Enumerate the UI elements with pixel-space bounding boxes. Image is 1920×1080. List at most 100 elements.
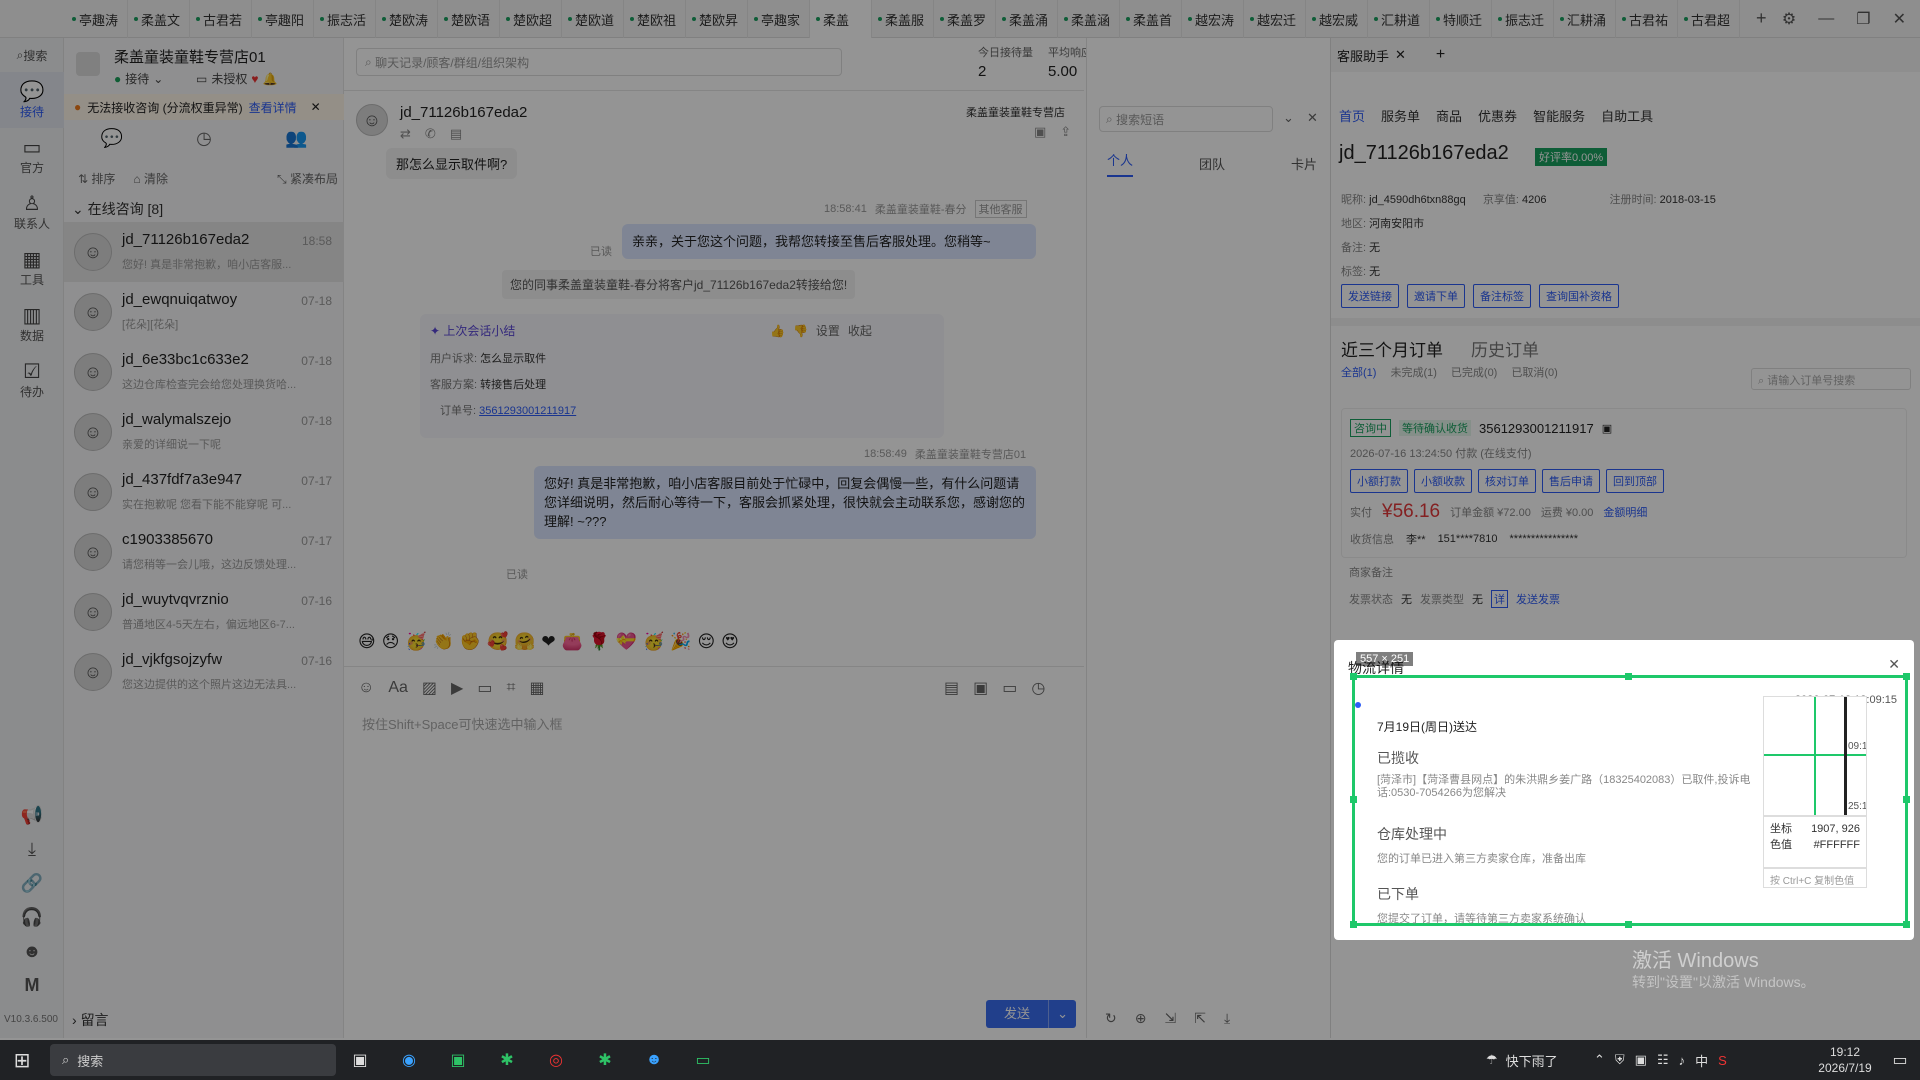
resize-handle[interactable] bbox=[1903, 796, 1910, 803]
download-icon[interactable]: ⤓ bbox=[1224, 1010, 1230, 1027]
recent-orders-tab[interactable]: 近三个月订单 bbox=[1341, 336, 1443, 361]
rail-todo-button[interactable]: ☑ 待办 bbox=[0, 352, 64, 408]
emoji-item[interactable]: 🥳 bbox=[643, 632, 664, 652]
online-consult-header[interactable]: ⌄ 在线咨询 [8] bbox=[72, 199, 163, 219]
tab-personal[interactable]: 个人 bbox=[1107, 150, 1134, 177]
session-item[interactable]: ☺ jd_ewqnuiqatwoy [花朵][花朵] 07-18 bbox=[64, 282, 344, 342]
reply-icon[interactable]: ▭ bbox=[1002, 678, 1017, 698]
emoji-item[interactable]: 👛 bbox=[562, 632, 583, 652]
settings-icon[interactable]: ⚙ bbox=[1782, 9, 1796, 29]
emoji-item[interactable]: 🤗 bbox=[514, 632, 535, 652]
close-icon[interactable]: ✕ bbox=[1395, 47, 1406, 63]
order-action-button[interactable]: 售后申请 bbox=[1542, 469, 1600, 493]
robot-icon[interactable]: ☻ bbox=[0, 934, 64, 968]
sort-button[interactable]: ⇅ 排序 bbox=[78, 170, 115, 187]
app-red-icon[interactable]: ◎ bbox=[536, 1040, 576, 1080]
price-detail-link[interactable]: 金额明细 bbox=[1603, 504, 1647, 520]
leave-message-header[interactable]: › 留言 bbox=[72, 1010, 109, 1030]
resize-handle[interactable] bbox=[1350, 796, 1357, 803]
share-icon[interactable]: ⇪ bbox=[1060, 124, 1071, 140]
maximize-icon[interactable]: ❐ bbox=[1856, 9, 1870, 29]
windows-start-icon[interactable]: ⊞ bbox=[2, 1040, 42, 1080]
send-button[interactable]: 发送 bbox=[986, 1000, 1049, 1028]
export-icon[interactable]: ⇱ bbox=[1194, 1010, 1206, 1027]
emoji-item[interactable]: 🌹 bbox=[589, 632, 610, 652]
emoji-item[interactable]: 👏 bbox=[433, 632, 454, 652]
weather[interactable]: ☂ 快下雨了 bbox=[1486, 1040, 1558, 1080]
search-input[interactable]: ⌕ 聊天记录/顾客/群组/组织架构 bbox=[356, 48, 842, 76]
emoji-item[interactable]: 💝 bbox=[616, 632, 637, 652]
clock-icon[interactable]: ◷ bbox=[196, 128, 212, 149]
rail-data-button[interactable]: ▥ 数据 bbox=[0, 296, 64, 352]
window-tab[interactable]: 振志迁 bbox=[1492, 0, 1554, 38]
summary-settings-button[interactable]: 设置 bbox=[816, 322, 840, 339]
wechat-tray-icon[interactable]: ▣ bbox=[1635, 1052, 1647, 1068]
order-search-input[interactable]: ⌕ 请输入订单号搜索 bbox=[1751, 368, 1911, 390]
window-tab[interactable]: 楚欧涛 bbox=[376, 0, 438, 38]
window-tab[interactable]: 楚欧道 bbox=[562, 0, 624, 38]
edge-icon[interactable]: ◉ bbox=[389, 1040, 429, 1080]
app-green-icon[interactable]: ▭ bbox=[683, 1040, 723, 1080]
headset-icon[interactable]: 🎧 bbox=[0, 900, 64, 934]
group-icon[interactable]: 👥 bbox=[285, 128, 307, 149]
close-icon[interactable]: ✕ bbox=[1307, 110, 1318, 126]
window-tab[interactable]: 越宏迁 bbox=[1244, 0, 1306, 38]
app-star-2-icon[interactable]: ✱ bbox=[585, 1040, 625, 1080]
note-icon[interactable]: ▤ bbox=[450, 126, 462, 142]
emoji-item[interactable]: 😅 bbox=[358, 632, 376, 652]
assistant-action-button[interactable]: 发送链接 bbox=[1341, 284, 1399, 308]
assistant-action-button[interactable]: 备注标签 bbox=[1473, 284, 1531, 308]
resize-handle[interactable] bbox=[1625, 673, 1632, 680]
close-icon[interactable]: ✕ bbox=[1893, 9, 1906, 29]
m-logo-icon[interactable]: M bbox=[0, 968, 64, 1002]
assistant-action-button[interactable]: 查询国补资格 bbox=[1539, 284, 1619, 308]
session-item[interactable]: ☺ c1903385670 请您稍等一会儿哦，这边反馈处理... 07-17 bbox=[64, 522, 344, 582]
emoji-item[interactable]: 🥰 bbox=[487, 632, 508, 652]
tab-team[interactable]: 团队 bbox=[1199, 154, 1225, 173]
order-action-button[interactable]: 小额收款 bbox=[1414, 469, 1472, 493]
resize-handle[interactable] bbox=[1903, 673, 1910, 680]
order-filter-tab[interactable]: 已完成(0) bbox=[1451, 364, 1497, 380]
window-tab[interactable]: 楚欧语 bbox=[438, 0, 500, 38]
link-icon[interactable]: 🔗 bbox=[0, 866, 64, 900]
folder-icon[interactable]: ▭ bbox=[477, 678, 492, 698]
auth-status[interactable]: ▭ 未授权 ♥ 🔔 bbox=[196, 70, 277, 87]
order-action-button[interactable]: 回到顶部 bbox=[1606, 469, 1664, 493]
font-icon[interactable]: Aa bbox=[388, 679, 408, 697]
session-item[interactable]: ☺ jd_vjkfgsojzyfw 您这边提供的这个照片这边无法具... 07-16 bbox=[64, 642, 344, 702]
history-orders-tab[interactable]: 历史订单 bbox=[1471, 336, 1539, 361]
add-tab-icon[interactable]: + bbox=[1436, 46, 1445, 64]
emoji-item[interactable]: 🎉 bbox=[670, 632, 691, 652]
taskbar-search[interactable]: ⌕ 搜索 bbox=[50, 1044, 336, 1076]
rail-tools-button[interactable]: ▦ 工具 bbox=[0, 240, 64, 296]
app-star-icon[interactable]: ✱ bbox=[487, 1040, 527, 1080]
session-item[interactable]: ☺ jd_437fdf7a3e947 实在抱歉呢 您看下能不能穿呢 可... 07-1… bbox=[64, 462, 344, 522]
assistant-tab[interactable]: 客服助手 bbox=[1337, 46, 1389, 65]
network-icon[interactable]: ☷ bbox=[1657, 1052, 1669, 1068]
add-tab-icon[interactable]: + bbox=[1756, 8, 1767, 29]
assistant-nav-item[interactable]: 商品 bbox=[1436, 106, 1462, 125]
session-item[interactable]: ☺ jd_wuytvqvrznio 普通地区4-5天左右，偏远地区6-7... 07-… bbox=[64, 582, 344, 642]
wechat-icon[interactable]: ▣ bbox=[438, 1040, 478, 1080]
window-tab[interactable]: 古君祐 bbox=[1616, 0, 1678, 38]
assistant-nav-item[interactable]: 首页 bbox=[1339, 106, 1365, 125]
bag-icon[interactable]: ▣ bbox=[973, 678, 988, 698]
jd-chat-icon[interactable]: ☻ bbox=[634, 1040, 674, 1080]
clipboard-icon[interactable]: ▤ bbox=[944, 678, 959, 698]
crop-icon[interactable]: ⌗ bbox=[506, 679, 515, 697]
refresh-icon[interactable]: ↻ bbox=[1105, 1010, 1117, 1027]
order-link[interactable]: 3561293001211917 bbox=[479, 405, 576, 417]
resize-handle[interactable] bbox=[1903, 921, 1910, 928]
phrase-search-input[interactable]: ⌕ 搜索短语 bbox=[1099, 106, 1273, 132]
import-icon[interactable]: ⇲ bbox=[1164, 1010, 1176, 1027]
resize-handle[interactable] bbox=[1350, 921, 1357, 928]
window-tab[interactable]: 柔盖涌 bbox=[996, 0, 1058, 38]
copy-icon[interactable]: ▣ bbox=[1034, 124, 1046, 140]
assistant-nav-item[interactable]: 优惠券 bbox=[1478, 106, 1517, 125]
window-tab[interactable]: 特顺迁 bbox=[1430, 0, 1492, 38]
send-options-chevron-icon[interactable]: ⌄ bbox=[1048, 1000, 1077, 1028]
summary-collapse-button[interactable]: 收起 bbox=[848, 322, 872, 339]
invoice-detail-button[interactable]: 详 bbox=[1491, 590, 1508, 608]
order-action-button[interactable]: 小额打款 bbox=[1350, 469, 1408, 493]
status-dropdown[interactable]: ● 接待 ⌄ bbox=[114, 70, 163, 87]
